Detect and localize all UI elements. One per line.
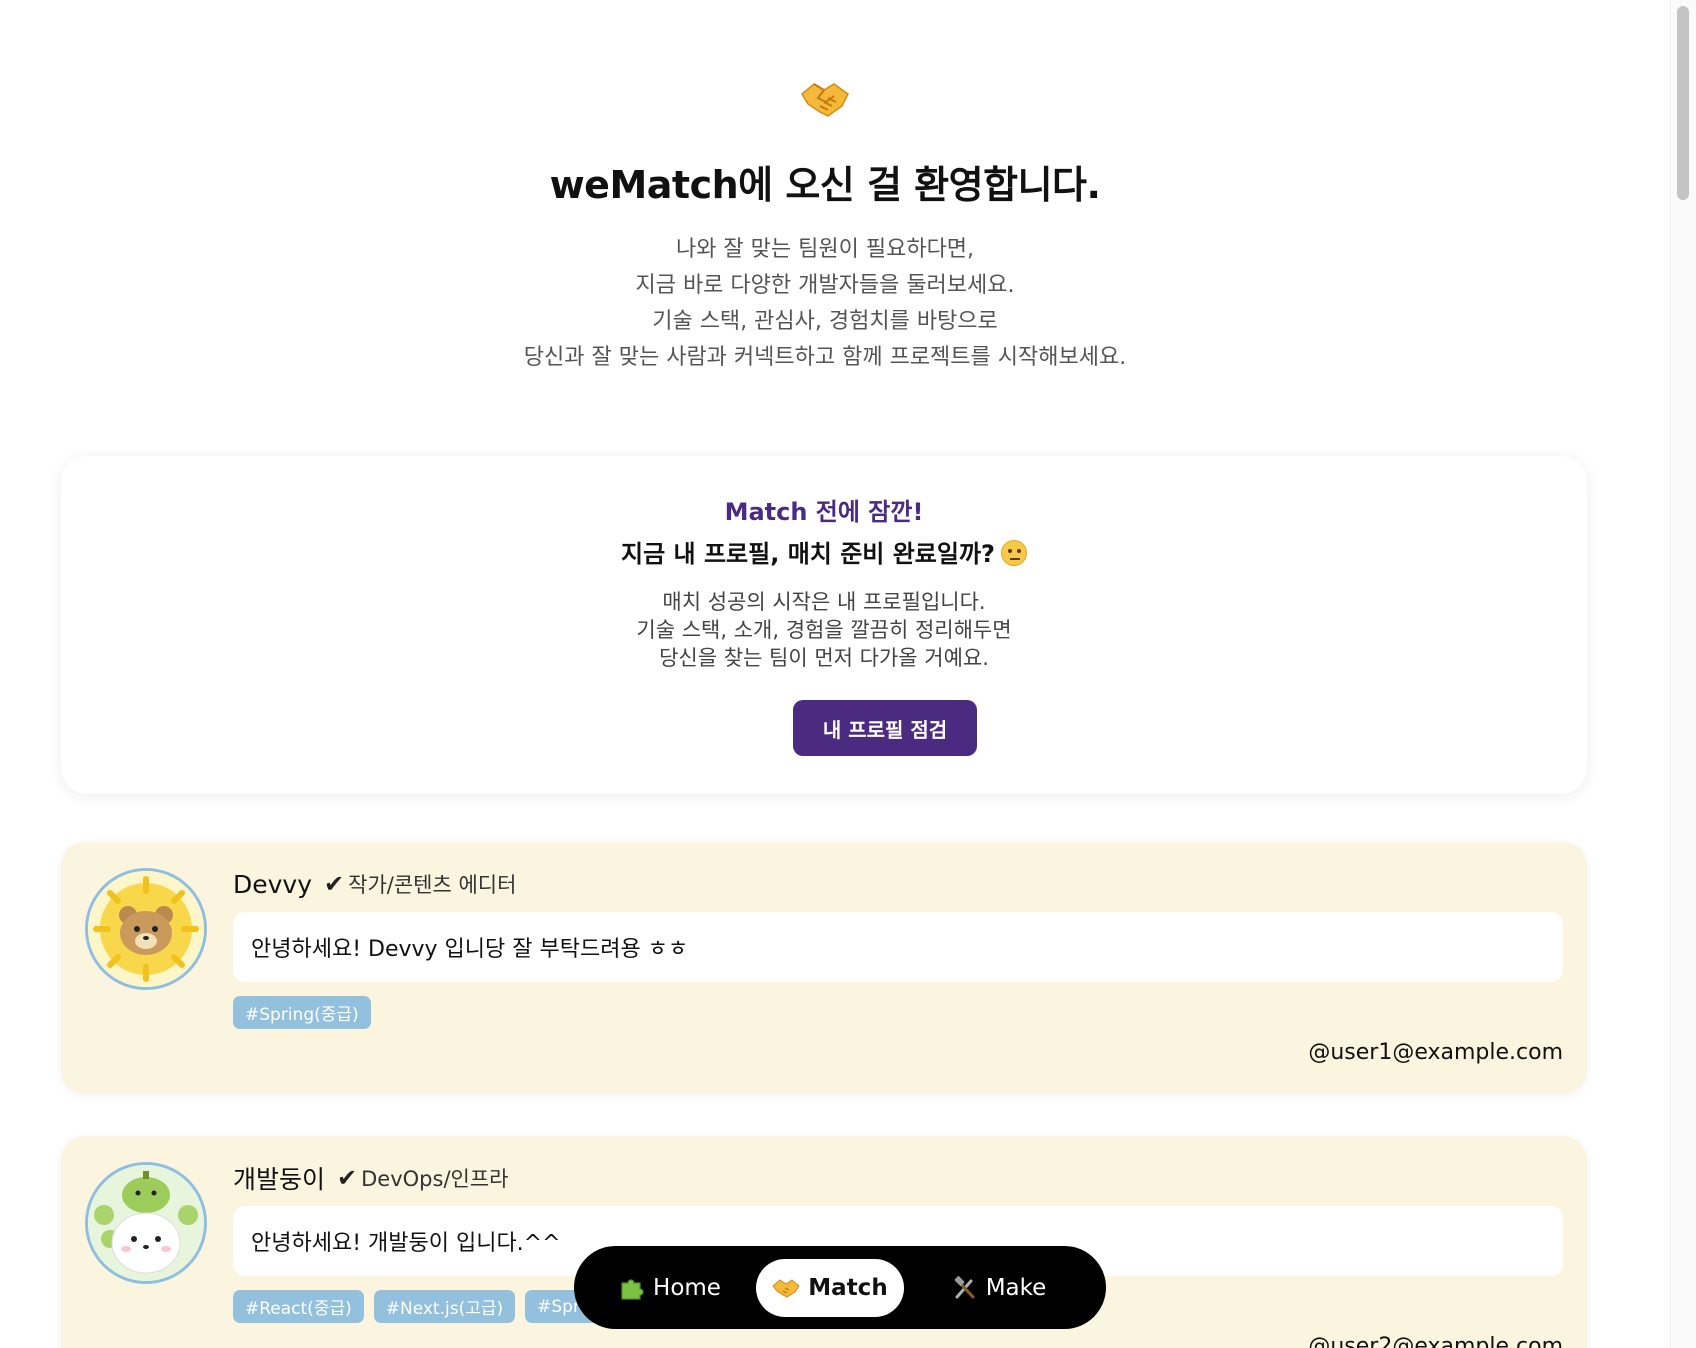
skill-tag: #Next.js(고급) (373, 1290, 516, 1323)
page-title: weMatch에 오신 걸 환영합니다. (549, 163, 1101, 207)
check-title: 지금 내 프로필, 매치 준비 완료일까? (61, 534, 1587, 569)
profile-intro: 안녕하세요! Devvy 입니당 잘 부탁드려용 ㅎㅎ (233, 912, 1563, 982)
nav-home-label: Home (653, 1274, 721, 1301)
scrollbar-thumb[interactable] (1677, 6, 1689, 200)
profile-email: @user2@example.com (1308, 1334, 1563, 1348)
description-line: 나와 잘 맞는 팀원이 필요하다면, (675, 237, 975, 262)
nav-make[interactable]: Make (904, 1259, 1094, 1317)
check-body-line: 기술 스택, 소개, 경험을 깔끔히 정리해두면 (636, 618, 1012, 642)
handshake-icon (772, 1277, 800, 1299)
check-body-line: 당신을 찾는 팀이 먼저 다가올 거예요. (659, 646, 989, 670)
verified-check-icon: ✔ (324, 870, 345, 898)
skill-tag: #React(중급) (233, 1290, 364, 1323)
profile-check-card: Match 전에 잠깐! 지금 내 프로필, 매치 준비 완료일까? 매치 성공… (61, 456, 1587, 794)
check-body: 매치 성공의 시작은 내 프로필입니다. 기술 스택, 소개, 경험을 깔끔히 … (61, 588, 1587, 672)
puzzle-icon (619, 1275, 645, 1301)
hammer-wrench-icon (952, 1275, 978, 1301)
profile-header: 개발둥이 ✔ DevOps/인프라 (233, 1160, 508, 1196)
profile-email: @user1@example.com (1308, 1040, 1563, 1065)
profile-name: Devvy (233, 869, 313, 899)
verified-check-icon: ✔ (337, 1164, 358, 1192)
description-line: 지금 바로 다양한 개발자들을 둘러보세요. (635, 273, 1015, 298)
description-line: 기술 스택, 관심사, 경험치를 바탕으로 (652, 309, 998, 334)
description-line: 당신과 잘 맞는 사람과 커넥트하고 함께 프로젝트를 시작해보세요. (523, 345, 1127, 370)
nav-match[interactable]: Match (756, 1258, 904, 1317)
scrollbar[interactable] (1670, 0, 1696, 1348)
thinking-face-icon (1000, 540, 1027, 566)
page: weMatch에 오신 걸 환영합니다. 나와 잘 맞는 팀원이 필요하다면, … (0, 0, 1696, 1348)
bottom-nav: Home Match Make (574, 1246, 1106, 1329)
nav-make-label: Make (985, 1274, 1047, 1301)
skill-tags: #React(중급) #Next.js(고급) #Sprin (233, 1290, 608, 1323)
avatar (85, 868, 207, 990)
skill-tags: #Spring(중급) (233, 996, 371, 1029)
profile-role: 작가/콘텐츠 에디터 (348, 873, 517, 897)
check-eyebrow: Match 전에 잠깐! (724, 498, 924, 526)
check-profile-button[interactable]: 내 프로필 점검 (793, 700, 977, 756)
nav-home[interactable]: Home (586, 1259, 754, 1317)
skill-tag: #Spring(중급) (233, 996, 371, 1029)
welcome-description: 나와 잘 맞는 팀원이 필요하다면, 지금 바로 다양한 개발자들을 둘러보세요… (0, 232, 1650, 376)
check-body-line: 매치 성공의 시작은 내 프로필입니다. (662, 590, 986, 614)
profile-name: 개발둥이 (233, 1165, 326, 1194)
profile-card[interactable]: Devvy ✔ 작가/콘텐츠 에디터 안녕하세요! Devvy 입니당 잘 부탁… (61, 842, 1587, 1094)
profile-header: Devvy ✔ 작가/콘텐츠 에디터 (233, 866, 516, 902)
avatar (85, 1162, 207, 1284)
nav-match-label: Match (808, 1274, 888, 1301)
profile-role: DevOps/인프라 (361, 1167, 509, 1191)
check-title-text: 지금 내 프로필, 매치 준비 완료일까? (621, 540, 995, 568)
handshake-icon (798, 72, 852, 126)
